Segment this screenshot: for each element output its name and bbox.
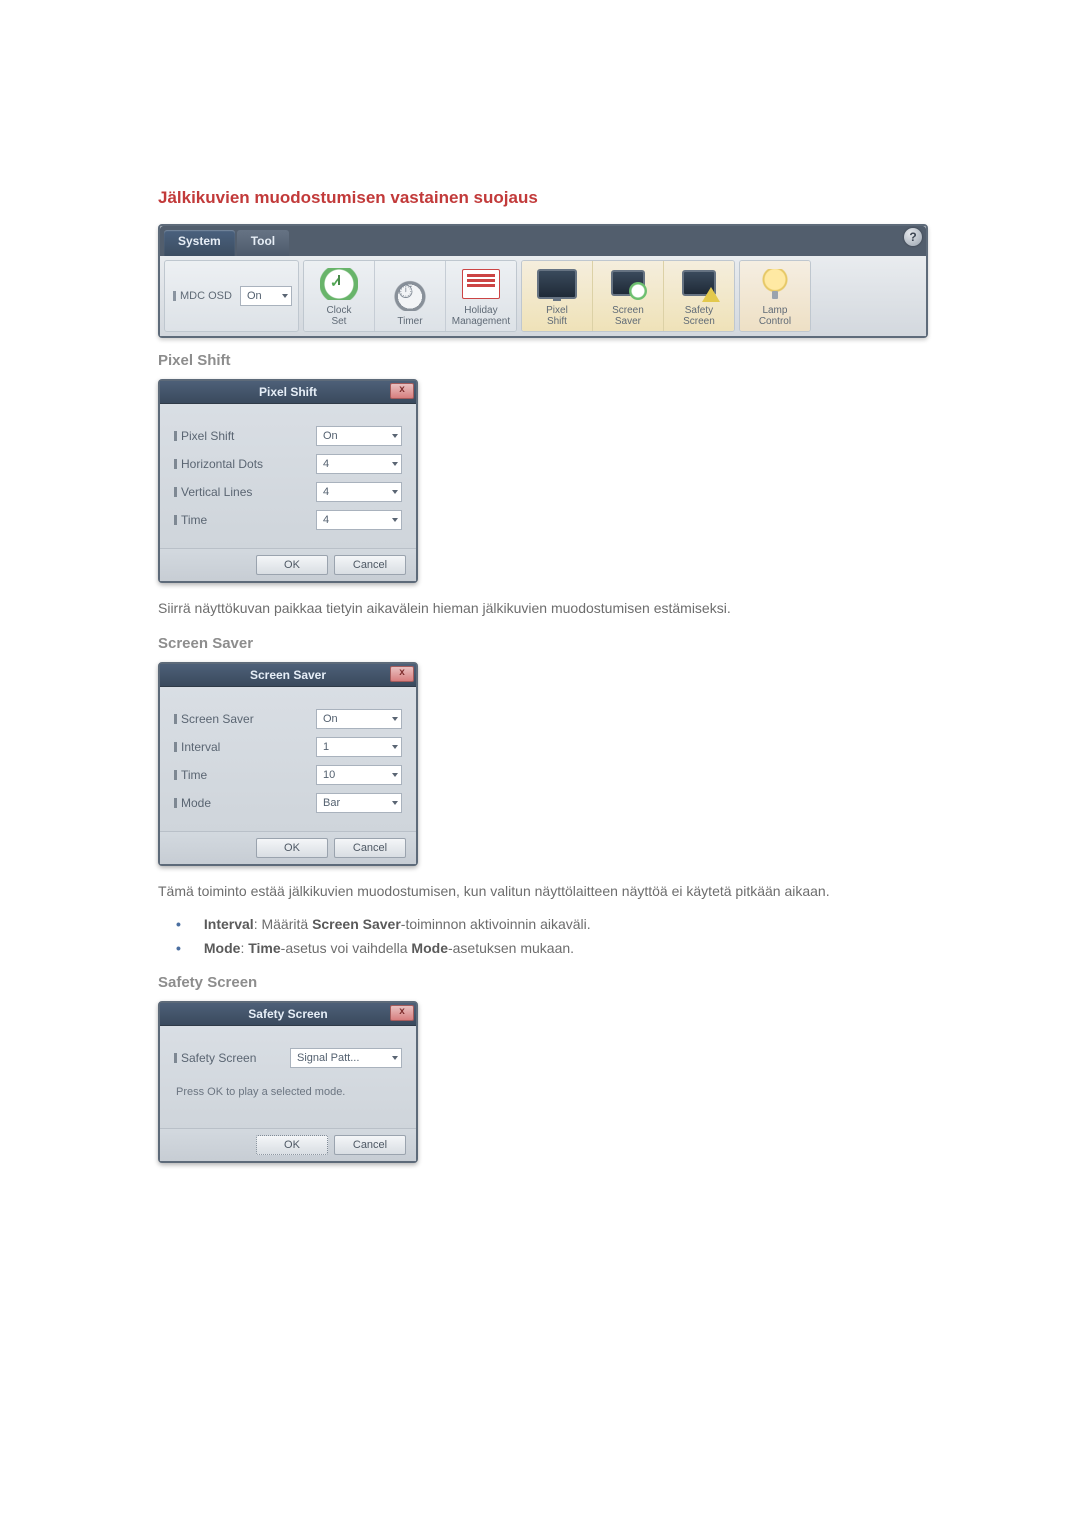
- field-label: Mode: [181, 796, 211, 810]
- toolbar-btn-screen-saver[interactable]: ScreenSaver: [593, 261, 664, 331]
- field-label: Time: [181, 513, 207, 527]
- toolbar-btn-label: ClockSet: [326, 305, 351, 327]
- field-label: Safety Screen: [181, 1051, 256, 1065]
- pixel-shift-combo[interactable]: On: [316, 426, 402, 446]
- calendar-icon: [462, 269, 500, 299]
- ok-button[interactable]: OK: [256, 555, 328, 575]
- interval-combo[interactable]: 1: [316, 737, 402, 757]
- field-label: Time: [181, 768, 207, 782]
- dialog-title: Safety Screen x: [160, 1003, 416, 1026]
- toolbar-btn-clock-set[interactable]: ClockSet: [304, 261, 375, 331]
- field-label: Pixel Shift: [181, 429, 234, 443]
- safety-screen-combo[interactable]: Signal Patt...: [290, 1048, 402, 1068]
- stopwatch-icon: [391, 279, 429, 311]
- pixel-shift-heading: Pixel Shift: [158, 352, 942, 369]
- field-row: Horizontal Dots 4: [174, 454, 402, 474]
- cancel-button[interactable]: Cancel: [334, 555, 406, 575]
- field-row: Vertical Lines 4: [174, 482, 402, 502]
- field-row: Time 4: [174, 510, 402, 530]
- close-icon[interactable]: x: [390, 383, 414, 399]
- clock-check-icon: [320, 268, 358, 300]
- tab-tool[interactable]: Tool: [237, 230, 289, 256]
- toolbar-btn-holiday-management[interactable]: HolidayManagement: [446, 261, 516, 331]
- cancel-button[interactable]: Cancel: [334, 838, 406, 858]
- toolbar-btn-lamp-control[interactable]: LampControl: [740, 261, 810, 331]
- toolbar-group-time: ClockSet Timer HolidayManagement: [303, 260, 517, 332]
- list-item: Interval: Määritä Screen Saver-toiminnon…: [176, 916, 942, 932]
- monitor-warning-icon: [680, 268, 718, 300]
- tool-toolbar: System Tool ? MDC OSD On ClockSet Timer: [158, 224, 928, 338]
- toolbar-btn-label: SafetyScreen: [683, 305, 715, 327]
- mdc-osd-group: MDC OSD On: [164, 260, 299, 332]
- pixel-shift-descr: Siirrä näyttökuvan paikkaa tietyin aikav…: [158, 597, 942, 621]
- pixel-shift-dialog: Pixel Shift x Pixel Shift On Horizontal …: [158, 379, 418, 583]
- screen-saver-bullets: Interval: Määritä Screen Saver-toiminnon…: [176, 916, 942, 956]
- toolbar-btn-timer[interactable]: Timer: [375, 261, 446, 331]
- mode-combo[interactable]: Bar: [316, 793, 402, 813]
- safety-screen-heading: Safety Screen: [158, 974, 942, 991]
- toolbar-btn-label: PixelShift: [546, 305, 568, 327]
- help-icon[interactable]: ?: [904, 228, 922, 246]
- screen-saver-descr: Tämä toiminto estää jälkikuvien muodostu…: [158, 880, 942, 904]
- field-row: Screen Saver On: [174, 709, 402, 729]
- toolbar-btn-safety-screen[interactable]: SafetyScreen: [664, 261, 734, 331]
- section-heading: Jälkikuvien muodostumisen vastainen suoj…: [158, 188, 942, 208]
- field-label: Interval: [181, 740, 220, 754]
- dialog-title: Screen Saver x: [160, 664, 416, 687]
- toolbar-btn-label: LampControl: [759, 305, 791, 327]
- monitor-icon: [537, 269, 577, 299]
- screen-saver-heading: Screen Saver: [158, 635, 942, 652]
- time-combo[interactable]: 4: [316, 510, 402, 530]
- lightbulb-icon: [762, 269, 788, 299]
- cancel-button[interactable]: Cancel: [334, 1135, 406, 1155]
- field-row: Pixel Shift On: [174, 426, 402, 446]
- horizontal-dots-combo[interactable]: 4: [316, 454, 402, 474]
- safety-screen-dialog: Safety Screen x Safety Screen Signal Pat…: [158, 1001, 418, 1163]
- field-row: Mode Bar: [174, 793, 402, 813]
- toolbar-btn-pixel-shift[interactable]: PixelShift: [522, 261, 593, 331]
- vertical-lines-combo[interactable]: 4: [316, 482, 402, 502]
- time-combo[interactable]: 10: [316, 765, 402, 785]
- dialog-message: Press OK to play a selected mode.: [174, 1076, 402, 1118]
- field-label: Screen Saver: [181, 712, 254, 726]
- dialog-title: Pixel Shift x: [160, 381, 416, 404]
- tab-system[interactable]: System: [164, 230, 235, 256]
- toolbar-btn-label: HolidayManagement: [452, 305, 510, 327]
- toolbar-btn-label: ScreenSaver: [612, 305, 644, 327]
- close-icon[interactable]: x: [390, 1005, 414, 1021]
- field-row: Interval 1: [174, 737, 402, 757]
- list-item: Mode: Time-asetus voi vaihdella Mode-ase…: [176, 940, 942, 956]
- toolbar-btn-label: Timer: [397, 316, 422, 327]
- ok-button[interactable]: OK: [256, 838, 328, 858]
- field-label: Horizontal Dots: [181, 457, 263, 471]
- field-row: Time 10: [174, 765, 402, 785]
- close-icon[interactable]: x: [390, 666, 414, 682]
- toolbar-group-screen: PixelShift ScreenSaver SafetyScreen: [521, 260, 735, 332]
- field-row: Safety Screen Signal Patt...: [174, 1048, 402, 1068]
- monitor-refresh-icon: [609, 268, 647, 300]
- ok-button[interactable]: OK: [256, 1135, 328, 1155]
- screen-saver-dialog: Screen Saver x Screen Saver On Interval …: [158, 662, 418, 866]
- field-label: Vertical Lines: [181, 485, 252, 499]
- screen-saver-combo[interactable]: On: [316, 709, 402, 729]
- mdc-osd-combo[interactable]: On: [240, 286, 292, 306]
- toolbar-group-lamp: LampControl: [739, 260, 811, 332]
- mdc-osd-label: MDC OSD: [171, 290, 234, 302]
